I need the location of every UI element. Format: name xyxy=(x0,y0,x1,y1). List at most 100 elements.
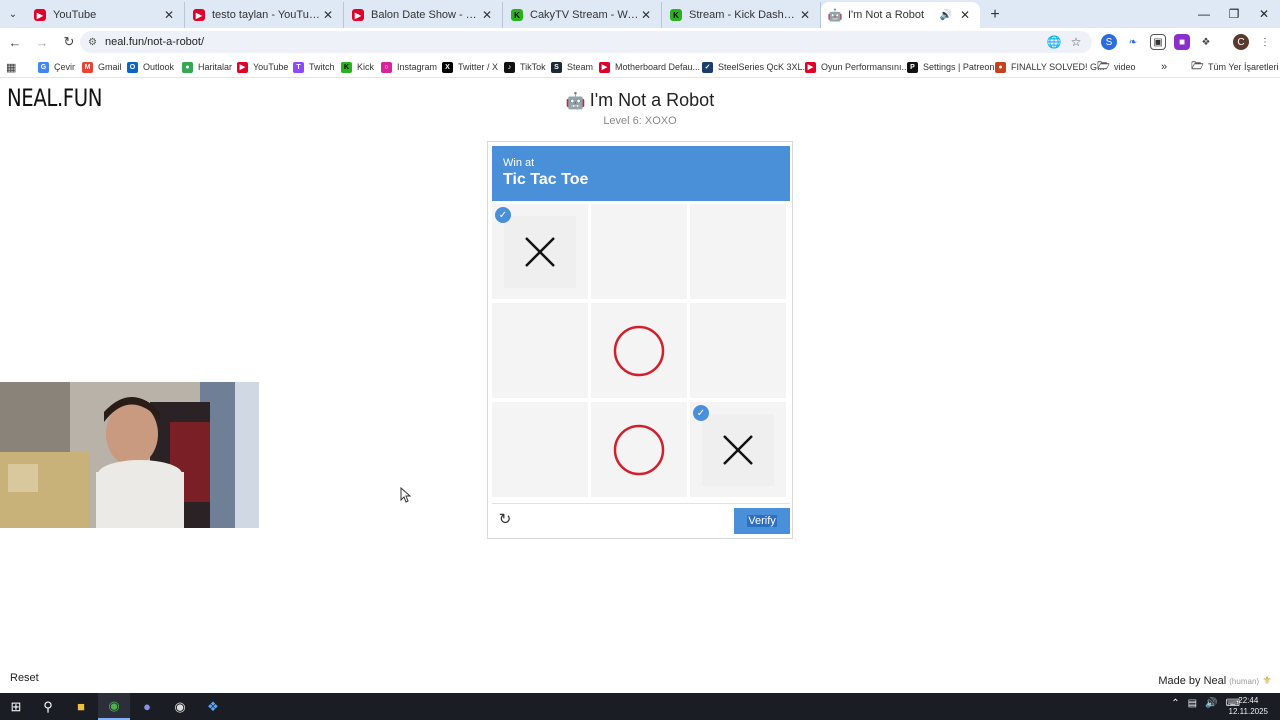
bookmark-finally-solved[interactable]: ● FINALLY SOLVED! G... xyxy=(995,59,1105,75)
captcha-header: Win at Tic Tac Toe xyxy=(492,146,790,201)
close-icon[interactable]: ✕ xyxy=(480,8,494,22)
level-label: Level 6: XOXO xyxy=(603,115,677,127)
bookmark-steelseries[interactable]: ✓ SteelSeries QcK 3XL... xyxy=(702,59,810,75)
clock-time: 22:44 xyxy=(1238,696,1259,705)
bookmark-label: Oyun Performansını... xyxy=(821,62,910,72)
bookmark-folder-video[interactable]: 🗁 video xyxy=(1097,59,1135,75)
folder-icon: 🗁 xyxy=(1191,60,1204,72)
clock-date: 12.11.2025 xyxy=(1228,707,1268,716)
made-by-credit[interactable]: Made by Neal (human) ⚜ xyxy=(1158,674,1272,687)
obs-icon[interactable]: ◉ xyxy=(164,693,196,720)
all-bookmarks-folder[interactable]: 🗁 Tüm Yer İşaretleri xyxy=(1191,59,1278,75)
extensions-puzzle-icon[interactable]: ❖ xyxy=(1198,34,1214,50)
bookmark-label: Twitter / X xyxy=(458,62,499,72)
board-cell[interactable] xyxy=(591,204,687,299)
bookmark-cevir[interactable]: G Çevir xyxy=(38,59,75,75)
bookmark-oyun-performansi[interactable]: ▶ Oyun Performansını... xyxy=(805,59,909,75)
back-icon[interactable]: ← xyxy=(3,30,27,54)
chrome-icon[interactable]: ◉ xyxy=(98,693,130,720)
board-cell[interactable] xyxy=(591,402,687,497)
reset-button[interactable]: Reset xyxy=(10,672,39,684)
chevron-up-icon[interactable]: ⌃ xyxy=(1171,698,1179,709)
forward-icon[interactable]: → xyxy=(30,30,54,54)
file-explorer-icon[interactable]: ■ xyxy=(65,693,97,720)
site-info-icon[interactable]: ⚙ xyxy=(88,37,97,48)
bookmark-label: Haritalar xyxy=(198,62,233,72)
close-icon[interactable]: ✕ xyxy=(958,8,972,22)
close-icon[interactable]: ✕ xyxy=(798,8,812,22)
steelseries-icon: ✓ xyxy=(702,61,713,73)
profile-avatar[interactable]: C xyxy=(1233,34,1249,50)
search-icon[interactable]: ⚲ xyxy=(32,693,64,720)
bookmark-youtube[interactable]: ▶ YouTube xyxy=(237,59,288,75)
windows-start-icon[interactable]: ⊞ xyxy=(0,693,32,720)
youtube-icon: ▶ xyxy=(34,9,46,21)
board-cell[interactable] xyxy=(690,303,786,398)
x-mark-icon xyxy=(723,434,753,465)
window-close-button[interactable]: ✕ xyxy=(1248,0,1280,28)
star-icon[interactable]: ☆ xyxy=(1066,31,1086,53)
tab-cakytv-stream[interactable]: K CakyTV Stream - Watch Live on ✕ xyxy=(503,2,662,28)
bookmark-steam[interactable]: S Steam xyxy=(551,59,593,75)
extension-s-icon[interactable]: S xyxy=(1101,34,1117,50)
bookmarks-overflow-icon[interactable]: » xyxy=(1161,59,1167,75)
tab-balon-date-show[interactable]: ▶ Balon Date Show - YouTube ✕ xyxy=(344,2,503,28)
bookmark-motherboard[interactable]: ▶ Motherboard Defau... xyxy=(599,59,700,75)
bookmark-patreon[interactable]: P Settings | Patreon xyxy=(907,59,994,75)
tab-title: Balon Date Show - YouTube xyxy=(371,9,480,21)
menu-kebab-icon[interactable]: ⋮ xyxy=(1257,34,1273,50)
board-cell[interactable] xyxy=(690,204,786,299)
bookmark-kick[interactable]: K Kick xyxy=(341,59,374,75)
close-icon[interactable]: ✕ xyxy=(162,8,176,22)
bookmark-label: Steam xyxy=(567,62,594,72)
translate-icon[interactable]: 🌐 xyxy=(1044,31,1064,53)
tab-title: Stream - Kick Dashboard xyxy=(689,9,798,21)
webcam-overlay xyxy=(0,382,259,528)
app-icon[interactable]: ❖ xyxy=(197,693,229,720)
board-cell[interactable] xyxy=(591,303,687,398)
board-cell[interactable] xyxy=(492,303,588,398)
verify-button[interactable]: Verify xyxy=(734,508,790,534)
cast-icon[interactable]: ▣ xyxy=(1150,34,1166,50)
bookmark-twitch[interactable]: T Twitch xyxy=(293,59,335,75)
reload-icon[interactable]: ↻ xyxy=(57,30,81,54)
selected-check-icon: ✓ xyxy=(495,207,511,223)
tab-not-a-robot[interactable]: 🤖 I'm Not a Robot 🔊 ✕ xyxy=(821,2,980,28)
bookmark-twitter[interactable]: X Twitter / X xyxy=(442,59,498,75)
bookmark-tiktok[interactable]: ♪ TikTok xyxy=(504,59,546,75)
made-by-tag: (human) xyxy=(1229,677,1260,686)
tab-youtube[interactable]: ▶ YouTube ✕ xyxy=(26,2,185,28)
minimize-button[interactable]: — xyxy=(1188,0,1220,28)
twitch-icon: T xyxy=(293,61,304,73)
tab-kick-dashboard[interactable]: K Stream - Kick Dashboard ✕ xyxy=(662,2,821,28)
tab-search-icon[interactable]: ⌄ xyxy=(0,0,26,28)
tiktok-icon: ♪ xyxy=(504,61,515,73)
extension-audio-icon[interactable]: ❧ xyxy=(1125,34,1141,50)
network-icon[interactable]: ▤ xyxy=(1188,698,1197,709)
speaker-icon[interactable]: 🔊 xyxy=(940,10,952,21)
extension-purple-icon[interactable]: ■ xyxy=(1174,34,1190,50)
new-tab-button[interactable]: + xyxy=(980,2,1010,28)
cell-selected-inner xyxy=(504,215,576,288)
mouse-cursor-icon xyxy=(400,487,412,503)
reload-icon[interactable]: ↻ xyxy=(496,510,514,528)
tab-testo-taylan[interactable]: ▶ testo taylan - YouTube ✕ xyxy=(185,2,344,28)
clock[interactable]: 22:44 12.11.2025 xyxy=(1229,695,1268,717)
address-bar[interactable]: ⚙ neal.fun/not-a-robot/ 🌐 ☆ xyxy=(80,31,1092,53)
close-icon[interactable]: ✕ xyxy=(639,8,653,22)
bookmark-instagram[interactable]: ○ Instagram xyxy=(381,59,437,75)
youtube-icon: ▶ xyxy=(193,9,205,21)
restore-button[interactable]: ❐ xyxy=(1218,0,1250,28)
close-icon[interactable]: ✕ xyxy=(321,8,335,22)
board-cell[interactable] xyxy=(492,402,588,497)
bookmark-gmail[interactable]: M Gmail xyxy=(82,59,122,75)
bookmark-haritalar[interactable]: ● Haritalar xyxy=(182,59,232,75)
gmail-icon: M xyxy=(82,61,93,73)
speaker-icon[interactable]: 🔊 xyxy=(1205,698,1217,709)
bookmark-label: Outlook xyxy=(143,62,175,72)
discord-icon[interactable]: ● xyxy=(131,693,163,720)
selected-check-icon: ✓ xyxy=(693,405,709,421)
windows-taskbar: ⊞ ⚲ ■ ◉ ● ◉ ❖ ⌃ ▤ 🔊 ⌨ 22:44 12.11.2025 xyxy=(0,693,1280,720)
bookmark-outlook[interactable]: O Outlook xyxy=(127,59,174,75)
apps-grid-icon[interactable]: ▦ xyxy=(6,59,16,75)
